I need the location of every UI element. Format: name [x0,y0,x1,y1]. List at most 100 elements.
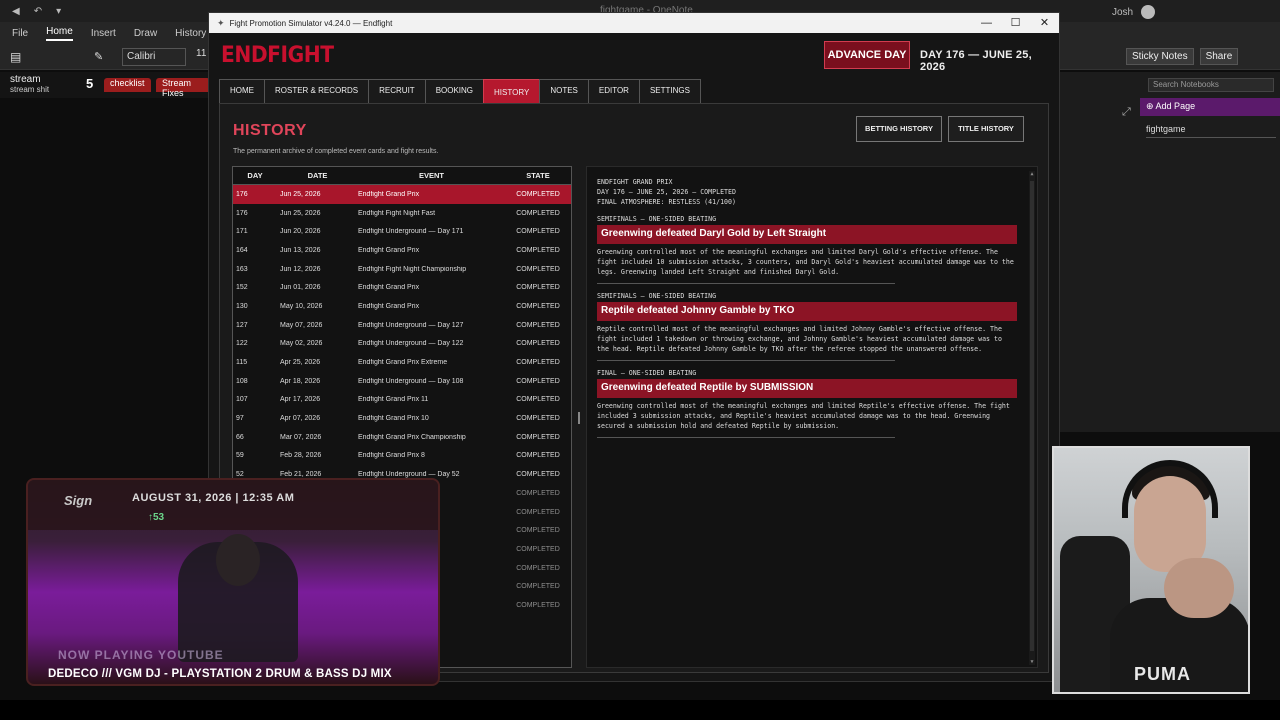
row-day: 97 [236,415,244,423]
table-row[interactable]: 163 Jun 12, 2026 Endfight Fight Night Cham… [233,260,571,279]
table-row[interactable]: 59 Feb 28, 2026 Endfight Grand Prix 8 COMPL… [233,447,571,466]
scrollbar-thumb[interactable] [1030,181,1034,651]
column-event[interactable]: EVENT [355,171,505,180]
table-row[interactable]: 122 May 02, 2026 Endfight Underground — Da… [233,335,571,354]
row-event: Endfight Grand Prix Championship [358,433,466,441]
table-row[interactable]: 130 May 10, 2026 Endfight Grand Prix COMPLE… [233,297,571,316]
paste-icon[interactable]: ▤ [10,50,21,64]
viewer-count: ↑53 [148,512,165,523]
close-icon[interactable]: ✕ [1030,13,1059,33]
app-icon: ✦ [217,17,225,28]
row-day: 127 [236,321,248,329]
column-date[interactable]: DATE [277,171,355,180]
ribbon-tab-history[interactable]: History [175,28,206,39]
row-date: Apr 18, 2026 [280,377,321,385]
advance-day-button[interactable]: ADVANCE DAY [824,41,910,69]
ribbon-tab-file[interactable]: File [12,28,28,39]
row-day: 163 [236,265,248,273]
fight-label: SEMIFINALS — ONE-SIDED BEATING [597,215,717,223]
table-row[interactable]: 107 Apr 17, 2026 Endfight Grand Prix 11 COM… [233,391,571,410]
row-date: Apr 25, 2026 [280,359,321,367]
endfight-logo: ENDFIGHT [221,43,334,68]
title-history-button[interactable]: TITLE HISTORY [948,116,1024,142]
row-date: Apr 07, 2026 [280,415,321,423]
overlay-video-head [216,534,260,586]
row-state: COMPLETED [516,452,560,460]
expand-icon[interactable]: ⤢ [1122,106,1131,119]
ribbon-tab-insert[interactable]: Insert [91,28,116,39]
tab-home[interactable]: HOME [219,79,265,103]
betting-history-button[interactable]: BETTING HISTORY [856,116,942,142]
row-state: COMPLETED [516,508,560,516]
row-state: COMPLETED [516,190,560,198]
now-playing-label: NOW PLAYING YOUTUBE [58,648,224,662]
table-row[interactable]: 164 Jun 13, 2026 Endfight Grand Prix COMPLE… [233,241,571,260]
ribbon-tab-draw[interactable]: Draw [134,28,157,39]
table-row[interactable]: 127 May 07, 2026 Endfight Underground — Da… [233,316,571,335]
row-day: 66 [236,433,244,441]
row-event: Endfight Grand Prix 10 [358,415,429,423]
row-day: 107 [236,396,248,404]
row-event: Endfight Grand Prix [358,284,420,292]
font-size-select[interactable]: 11 [196,48,206,59]
tab-recruit[interactable]: RECRUIT [368,79,426,103]
detail-scrollbar[interactable]: ▲ ▼ [1029,171,1035,665]
row-state: COMPLETED [516,396,560,404]
event-header-date: DAY 176 — JUNE 25, 2026 — COMPLETED [597,188,736,196]
table-row[interactable]: 97 Apr 07, 2026 Endfight Grand Prix 10 COMP… [233,409,571,428]
section-name[interactable]: stream stream shit [10,75,49,95]
tab-editor[interactable]: EDITOR [587,79,640,103]
maximize-icon[interactable]: ☐ [1001,13,1030,33]
sticky-notes-button[interactable]: Sticky Notes [1126,48,1194,65]
section-tab-checklist[interactable]: checklist [104,78,151,92]
tab-settings[interactable]: SETTINGS [638,79,701,103]
scroll-down-icon[interactable]: ▼ [1029,659,1035,665]
avatar[interactable] [1141,5,1156,19]
signature-logo: Sign [64,493,93,508]
row-date: Feb 28, 2026 [280,452,322,460]
table-row[interactable]: 176 Jun 25, 2026 Endfight Grand Prix COMPLE… [233,185,571,204]
row-day: 164 [236,246,248,254]
share-button[interactable]: Share [1199,48,1239,65]
column-state[interactable]: STATE [505,171,571,180]
scroll-up-icon[interactable]: ▲ [1029,171,1035,177]
row-state: COMPLETED [516,284,560,292]
back-icon[interactable]: ◀ [12,6,20,17]
table-row[interactable]: 115 Apr 25, 2026 Endfight Grand Prix Extre… [233,353,571,372]
divider [597,283,895,284]
pages-pane: ⤢ Search Notebooks ⊕ Add Page fightgame [1060,72,1280,432]
row-state: COMPLETED [516,228,560,236]
event-detail: ENDFIGHT GRAND PRIX DAY 176 — JUNE 25, 2… [586,166,1038,668]
table-row[interactable]: 152 Jun 01, 2026 Endfight Grand Prix COMPLE… [233,278,571,297]
row-event: Endfight Underground — Day 122 [358,340,464,348]
tab-roster-records[interactable]: ROSTER & RECORDS [264,79,370,103]
font-name-select[interactable]: Calibri [122,48,186,66]
format-painter-icon[interactable]: ✎ [94,50,103,63]
tab-history[interactable]: HISTORY [483,79,541,103]
fight-result-banner: Reptile defeated Johnny Gamble by TKO [597,302,1017,321]
splitter-handle[interactable] [578,412,580,424]
user-name: Josh [1112,6,1134,18]
row-event: Endfight Underground — Day 171 [358,228,464,236]
column-day[interactable]: DAY [233,171,277,180]
page-list-item[interactable]: fightgame [1146,124,1276,138]
fight-result-banner: Greenwing defeated Reptile by SUBMISSION [597,379,1017,398]
main-nav: HOME ROSTER & RECORDS RECRUIT BOOKING HI… [219,79,701,103]
quick-access-icon[interactable]: ▾ [56,6,61,17]
table-row[interactable]: 108 Apr 18, 2026 Endfight Underground — Da… [233,372,571,391]
table-row[interactable]: 171 Jun 20, 2026 Endfight Underground — Da… [233,222,571,241]
undo-icon[interactable]: ↶ [34,6,42,17]
tab-booking[interactable]: BOOKING [424,79,485,103]
section-tab-stream-fixes[interactable]: Stream Fixes [156,78,210,98]
table-row[interactable]: 176 Jun 25, 2026 Endfight Fight Night Fast… [233,204,571,223]
row-event: Endfight Underground — Day 108 [358,377,464,385]
table-row[interactable]: 66 Mar 07, 2026 Endfight Grand Prix Champi… [233,428,571,447]
headphones-icon [1122,460,1218,518]
minimize-icon[interactable]: — [972,13,1001,33]
add-page-button[interactable]: ⊕ Add Page [1140,98,1280,116]
row-day: 130 [236,302,248,310]
search-notebooks-input[interactable]: Search Notebooks [1148,78,1274,92]
ribbon-tab-home[interactable]: Home [46,26,73,41]
row-state: COMPLETED [516,302,560,310]
tab-notes[interactable]: NOTES [539,79,589,103]
